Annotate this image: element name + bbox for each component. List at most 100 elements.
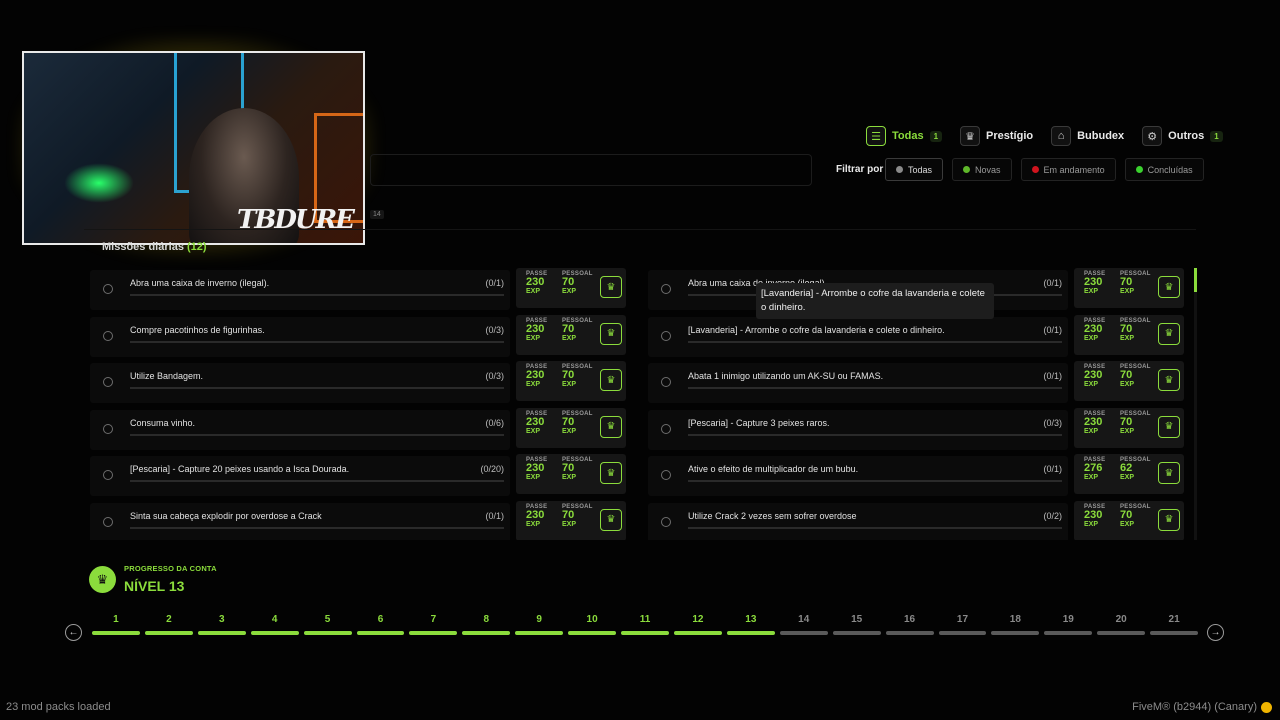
- tab-outros[interactable]: ⚙ Outros 1: [1142, 126, 1223, 146]
- mission-radio[interactable]: [103, 516, 113, 527]
- crown-icon[interactable]: ♛: [1158, 369, 1180, 392]
- mission-reward: PASSE 276 EXP PESSOAL 62 EXP ♛: [1074, 454, 1184, 495]
- mission-progress: (0/1): [1043, 324, 1062, 335]
- level-number: 7: [430, 614, 437, 625]
- level-step[interactable]: 16: [885, 614, 934, 635]
- level-number: 17: [956, 614, 969, 625]
- reward-unit: EXP: [526, 334, 541, 342]
- mission-row[interactable]: [Pescaria] - Capture 20 peixes usando a …: [90, 454, 630, 501]
- arrow-right-icon[interactable]: →: [1207, 624, 1224, 641]
- reward-pessoal-value: 70: [562, 508, 575, 521]
- filter-chip-label: Todas: [908, 164, 933, 175]
- level-step[interactable]: 4: [250, 614, 299, 635]
- level-step[interactable]: 18: [991, 614, 1040, 635]
- level-step[interactable]: 3: [197, 614, 246, 635]
- scrollbar-thumb[interactable]: [1194, 268, 1197, 292]
- tab-todas[interactable]: ☰ Todas 1: [866, 126, 943, 146]
- level-step[interactable]: 1: [92, 614, 140, 635]
- mission-card: [648, 456, 1068, 497]
- level-step[interactable]: 17: [938, 614, 987, 635]
- level-step[interactable]: 21: [1150, 614, 1199, 635]
- reward-pessoal: PESSOAL 70 EXP: [562, 457, 602, 481]
- mission-row[interactable]: Compre pacotinhos de figurinhas. (0/3) PAS…: [90, 314, 630, 362]
- level-step[interactable]: 14: [779, 614, 828, 635]
- mission-row[interactable]: Consuma vinho. (0/6) PASSE 230 EXP PESSOAL 70 E…: [90, 407, 630, 455]
- crown-icon[interactable]: ♛: [1158, 462, 1180, 485]
- status-dot: [1135, 166, 1143, 173]
- mission-text: Compre pacotinhos de figurinhas.: [130, 324, 265, 335]
- tab-label: Todas: [892, 130, 924, 142]
- bell-icon: ⌂: [1051, 126, 1072, 146]
- reward-unit: EXP: [1084, 381, 1099, 389]
- level-step[interactable]: 10: [568, 614, 617, 635]
- mission-row[interactable]: Sinta sua cabeça explodir por overdose a…: [90, 500, 630, 540]
- crown-icon[interactable]: ♛: [1158, 322, 1180, 345]
- fivem-logo-icon: [1261, 701, 1272, 713]
- scrollbar-track[interactable]: [1194, 268, 1197, 540]
- mission-row[interactable]: Ative o efeito de multiplicador de um bu…: [648, 454, 1188, 501]
- mission-radio[interactable]: [661, 423, 671, 434]
- search-input[interactable]: [370, 154, 812, 186]
- level-step[interactable]: 2: [144, 614, 193, 635]
- reward-unit: EXP: [526, 520, 541, 528]
- mission-reward: PASSE 230 EXP PESSOAL 70 EXP ♛: [516, 268, 626, 308]
- level-step[interactable]: 8: [462, 614, 511, 635]
- level-step[interactable]: 11: [621, 614, 669, 635]
- level-step[interactable]: 12: [673, 614, 722, 635]
- mission-row[interactable]: Abra uma caixa de inverno (ilegal). (0/1)…: [90, 268, 630, 315]
- level-number: 12: [692, 614, 704, 625]
- reward-pessoal: PESSOAL 70 EXP: [562, 411, 602, 435]
- level-step[interactable]: 9: [515, 614, 564, 635]
- crown-icon[interactable]: ♛: [1158, 508, 1180, 531]
- mission-row[interactable]: Utilize Bandagem. (0/3) PASSE 230 EXP PESSOAL…: [90, 361, 630, 408]
- crown-icon[interactable]: ♛: [1158, 276, 1180, 298]
- crown-icon[interactable]: ♛: [600, 415, 622, 438]
- mission-row[interactable]: Abata 1 inimigo utilizando um AK-SU ou F…: [648, 361, 1188, 408]
- tab-bubudex[interactable]: ⌂ Bubudex: [1051, 126, 1124, 146]
- mission-row[interactable]: [Lavanderia] - Arrombe o cofre da lavand…: [648, 314, 1188, 362]
- tab-prestígio[interactable]: ♛ Prestígio: [960, 126, 1033, 146]
- level-step[interactable]: 15: [832, 614, 881, 635]
- mission-radio[interactable]: [661, 516, 671, 527]
- reward-passe: PASSE 230 EXP: [526, 271, 566, 295]
- crown-icon[interactable]: ♛: [600, 508, 622, 531]
- mission-progress-bar: [130, 340, 504, 343]
- level-segment: [1150, 631, 1199, 635]
- reward-passe: PASSE 276 EXP: [1084, 457, 1124, 481]
- level-step[interactable]: 13: [726, 614, 775, 635]
- crown-icon[interactable]: ♛: [1158, 415, 1180, 438]
- mission-text: Abata 1 inimigo utilizando um AK-SU ou F…: [688, 371, 884, 382]
- account-progress-caption: PROGRESSO DA CONTA: [124, 564, 217, 573]
- mission-row[interactable]: Utilize Crack 2 vezes sem sofrer overdos…: [648, 500, 1188, 540]
- reward-pessoal: PESSOAL 70 EXP: [562, 364, 602, 388]
- mission-radio[interactable]: [103, 330, 113, 341]
- mission-radio[interactable]: [103, 423, 113, 434]
- mission-radio[interactable]: [103, 284, 113, 294]
- level-step[interactable]: 19: [1044, 614, 1093, 635]
- reward-unit: EXP: [1120, 334, 1135, 342]
- mission-reward: PASSE 230 EXP PESSOAL 70 EXP ♛: [1074, 407, 1184, 448]
- mission-card: [648, 502, 1068, 540]
- filter-chip[interactable]: Em andamento: [1020, 158, 1116, 181]
- level-step[interactable]: 5: [303, 614, 352, 635]
- mission-row[interactable]: [Pescaria] - Capture 3 peixes raros. (0/3…: [648, 407, 1188, 455]
- crown-icon[interactable]: ♛: [600, 276, 622, 298]
- streamer-signature: TBDURE: [237, 205, 355, 235]
- level-step[interactable]: 20: [1097, 614, 1146, 635]
- crown-icon[interactable]: ♛: [600, 322, 622, 345]
- reward-passe: PASSE 230 EXP: [526, 504, 566, 528]
- mission-radio[interactable]: [661, 330, 671, 341]
- reward-pessoal-value: 70: [1120, 276, 1133, 288]
- mission-radio[interactable]: [661, 284, 671, 294]
- crown-icon[interactable]: ♛: [600, 462, 622, 485]
- crown-icon[interactable]: ♛: [600, 369, 622, 392]
- mission-card: [648, 363, 1068, 404]
- filter-chip[interactable]: Novas: [952, 158, 1012, 181]
- filter-chip[interactable]: Concluídas: [1124, 158, 1204, 181]
- filter-chip[interactable]: Todas: [885, 158, 944, 181]
- level-step[interactable]: 7: [409, 614, 458, 635]
- mission-text: Ative o efeito de multiplicador de um bu…: [688, 464, 859, 475]
- level-step[interactable]: 6: [356, 614, 405, 635]
- arrow-left-icon[interactable]: ←: [65, 624, 82, 641]
- reward-pessoal-value: 70: [1120, 415, 1133, 428]
